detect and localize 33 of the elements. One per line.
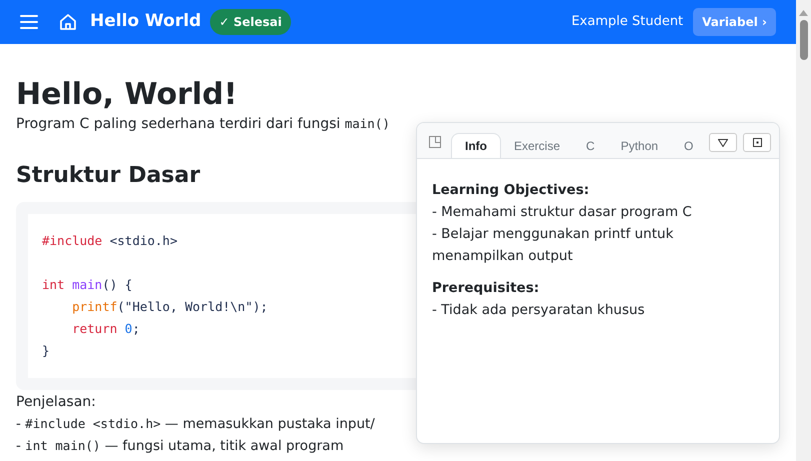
code-line: #include <stdio.h> [42, 232, 178, 250]
panel-tab[interactable]: Info [451, 133, 501, 158]
page-title: Hello World [90, 10, 202, 34]
code-line: return 0; [71, 320, 140, 338]
lesson-heading: Hello, World! [16, 77, 238, 113]
scrollbar[interactable] [796, 0, 811, 461]
info-heading: Learning Objectives: [432, 181, 590, 200]
collapse-button[interactable] [709, 133, 737, 152]
info-heading: Prerequisites: [432, 279, 540, 298]
explanation-label: Penjelasan: [16, 393, 96, 412]
next-lesson-button[interactable]: Variabel › [693, 8, 776, 36]
triangle-down-icon [718, 138, 728, 146]
section-heading: Struktur Dasar [16, 162, 200, 190]
panel-tab[interactable]: Exercise [501, 133, 574, 158]
info-item: - Belajar menggunakan printf untuk menampilkan output [432, 225, 674, 266]
dock-icon[interactable] [429, 136, 441, 148]
status-badge: ✓ Selesai [210, 9, 291, 35]
explanation-item: - int main() — fungsi utama, titik awal program [16, 437, 344, 456]
panel-tab[interactable]: C [573, 133, 608, 158]
code-line: printf("Hello, World!\n"); [71, 298, 268, 316]
user-name: Example Student [571, 13, 684, 32]
code-line: } [42, 342, 50, 360]
explanation-item: - #include <stdio.h> — memasukkan pustaka input/ [16, 415, 375, 434]
panel-tab[interactable]: Python [608, 133, 672, 158]
maximize-button[interactable] [743, 133, 771, 152]
intro-text: Program C paling sederhana terdiri dari fungsi main() [16, 115, 390, 134]
scroll-thumb[interactable] [800, 20, 808, 60]
code-line: int main() { [42, 276, 132, 294]
info-item: - Memahami struktur dasar program C [432, 203, 692, 222]
panel-tab[interactable]: O [671, 133, 706, 158]
home-icon[interactable] [59, 13, 77, 31]
menu-icon[interactable] [20, 15, 38, 29]
info-item: - Tidak ada persyaratan khusus [432, 301, 645, 320]
